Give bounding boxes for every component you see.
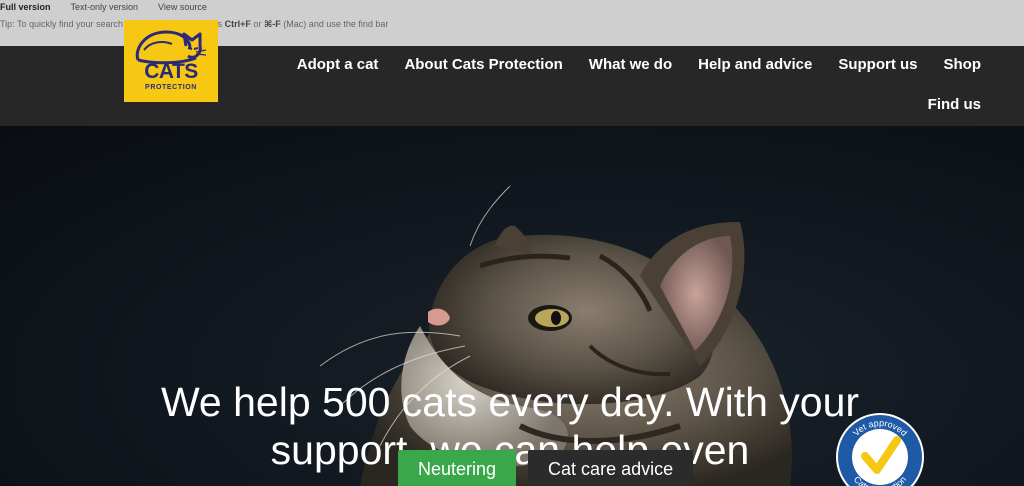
tab-neutering[interactable]: Neutering [398, 450, 517, 486]
tab-cat-care-advice[interactable]: Cat care advice [528, 450, 694, 486]
text-only-version-link[interactable]: Text-only version [71, 2, 139, 12]
hero-banner: We help 500 cats every day. With your su… [0, 126, 1024, 486]
cats-protection-logo[interactable]: CATS PROTECTION [124, 20, 218, 102]
view-source-link[interactable]: View source [158, 2, 207, 12]
nav-help-and-advice[interactable]: Help and advice [698, 55, 812, 75]
vet-approved-badge: Vet approved Cats Protection [836, 413, 924, 486]
full-version-link[interactable]: Full version [0, 2, 51, 12]
cache-links: Full version Text-only version View sour… [0, 2, 207, 12]
logo-word-cats: CATS [144, 60, 198, 83]
main-nav: Adopt a cat About Cats Protection What w… [241, 55, 981, 115]
nav-what-we-do[interactable]: What we do [589, 55, 672, 75]
hero-tabs: Neutering Cat care advice [398, 450, 694, 486]
tip-or: or [253, 19, 262, 29]
tip-key-cmd-f: ⌘-F [263, 19, 281, 29]
tip-key-ctrl-f: Ctrl+F [224, 19, 251, 29]
nav-about-cats-protection[interactable]: About Cats Protection [404, 55, 562, 75]
tip-suffix: (Mac) and use the find bar [283, 19, 389, 29]
nav-support-us[interactable]: Support us [838, 55, 917, 75]
nav-adopt-a-cat[interactable]: Adopt a cat [297, 55, 379, 75]
nav-find-us[interactable]: Find us [928, 95, 981, 115]
nav-shop[interactable]: Shop [944, 55, 982, 75]
logo-word-protection: PROTECTION [145, 84, 197, 91]
